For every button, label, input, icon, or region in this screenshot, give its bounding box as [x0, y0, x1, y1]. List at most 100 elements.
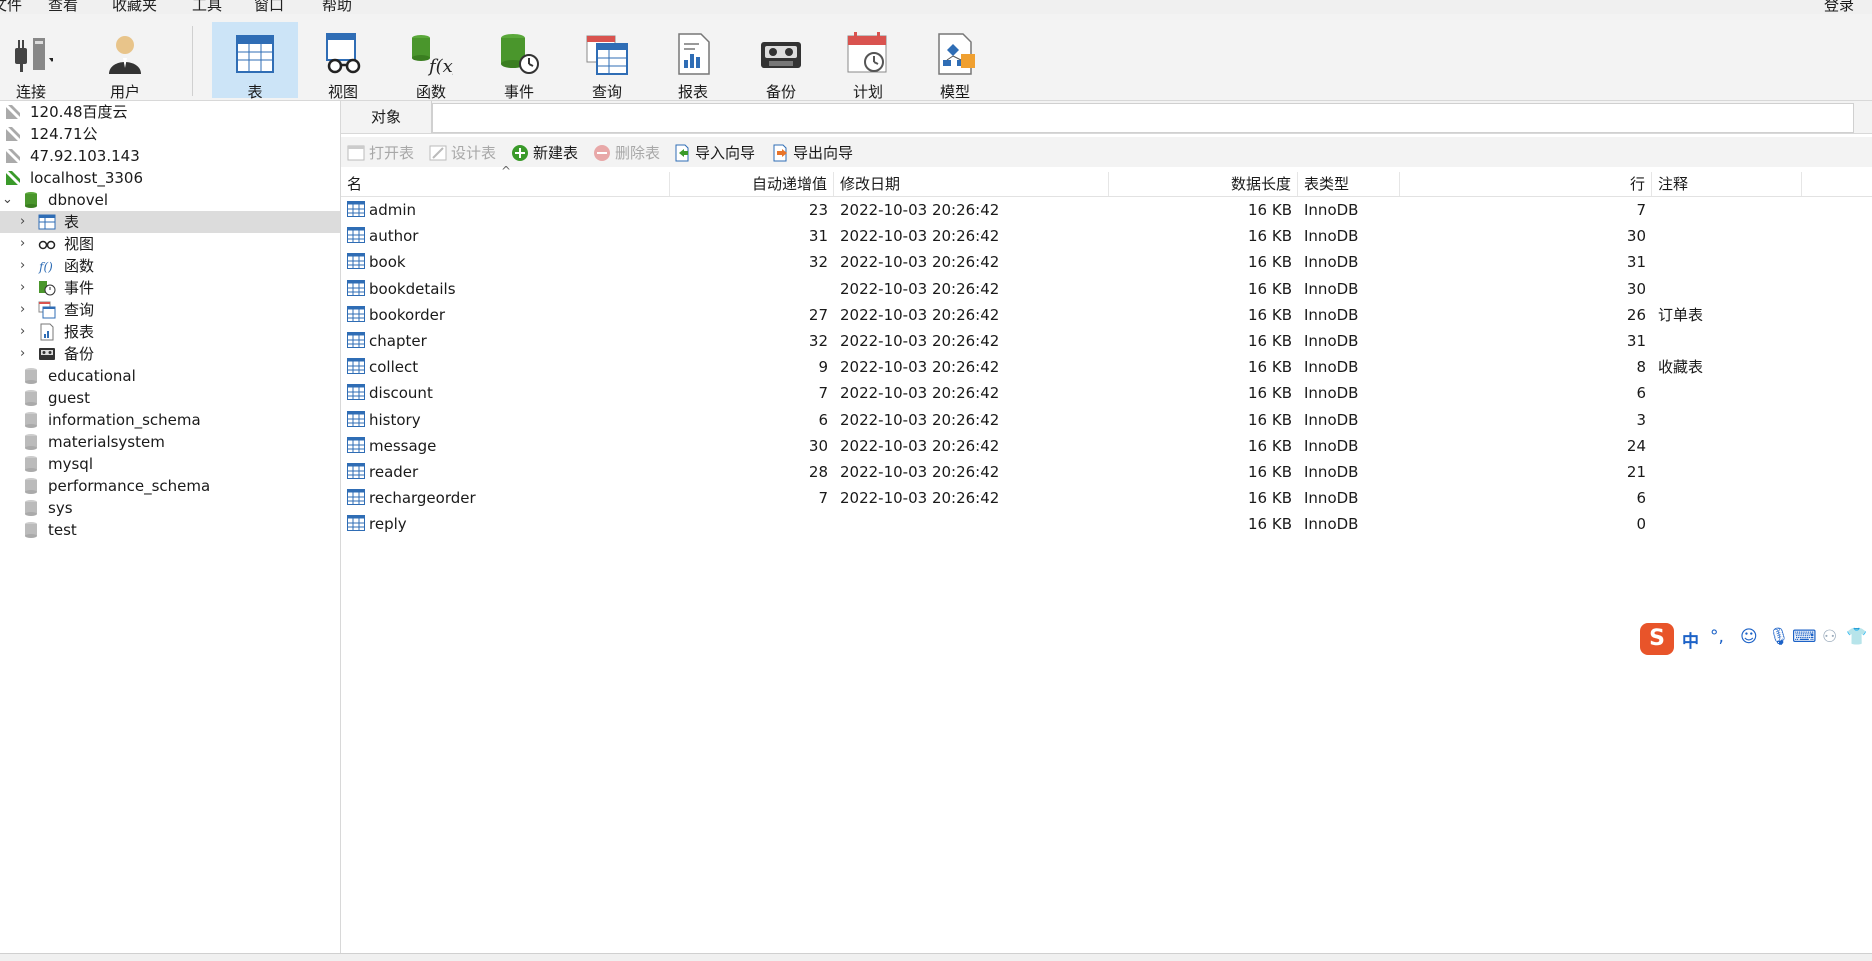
backup-button[interactable]: 备份 [738, 22, 824, 101]
cell-auto-inc: 7 [818, 489, 828, 508]
view-button[interactable]: 视图 [300, 22, 386, 101]
query-button[interactable]: 查询 [564, 22, 650, 101]
table-row[interactable]: author 31 2022-10-03 20:26:42 16 KB InnoDB 30 [341, 223, 1872, 249]
table-row[interactable]: collect 9 2022-10-03 20:26:42 16 KB InnoDB 8 收… [341, 354, 1872, 380]
col-data-length[interactable]: 数据长度 [1109, 172, 1298, 196]
chevron-right-icon[interactable]: › [20, 299, 30, 321]
col-modified-date[interactable]: 修改日期 [834, 172, 1109, 196]
connection-item[interactable]: 47.92.103.143 [0, 145, 340, 167]
tree-item-events[interactable]: › 事件 [0, 277, 340, 299]
menu-tools[interactable]: 工具 [192, 0, 222, 14]
table-row[interactable]: bookorder 27 2022-10-03 20:26:42 16 KB InnoD… [341, 302, 1872, 328]
connection-item-active[interactable]: localhost_3306 [0, 167, 340, 189]
svg-text:f(): f() [38, 260, 53, 274]
punctuation-icon[interactable]: °, [1710, 627, 1724, 647]
schedule-button[interactable]: 计划 [825, 22, 911, 101]
chevron-down-icon[interactable]: ⌄ [2, 189, 13, 211]
table-row[interactable]: reader 28 2022-10-03 20:26:42 16 KB InnoDB 21 [341, 459, 1872, 485]
cell-data-length: 16 KB [1248, 201, 1292, 219]
cell-rows: 30 [1626, 227, 1646, 246]
cell-auto-inc: 30 [808, 436, 828, 455]
emoji-icon[interactable]: ☺ [1740, 627, 1758, 647]
chevron-right-icon[interactable]: › [20, 211, 30, 233]
cell-comment [1652, 276, 1802, 302]
database-item[interactable]: test [0, 519, 340, 541]
col-comment[interactable]: 注释 [1652, 172, 1802, 196]
database-item[interactable]: educational [0, 365, 340, 387]
cell-auto-inc [670, 511, 834, 537]
cell-auto-inc: 9 [818, 358, 828, 377]
tree-item-functions[interactable]: › f() 函数 [0, 255, 340, 277]
menu-help[interactable]: 帮助 [322, 0, 352, 14]
ime-mode-toggle[interactable]: 中 [1682, 627, 1699, 652]
table-row[interactable]: discount 7 2022-10-03 20:26:42 16 KB InnoDB 6 [341, 380, 1872, 406]
tree-item-tables[interactable]: › 表 [0, 211, 340, 233]
voice-user-icon[interactable]: ⚇ [1822, 627, 1837, 647]
tree-item-queries[interactable]: › 查询 [0, 299, 340, 321]
table-row[interactable]: book 32 2022-10-03 20:26:42 16 KB InnoDB 31 [341, 249, 1872, 275]
skin-shirt-icon[interactable]: 👕 [1846, 627, 1867, 647]
col-auto-increment[interactable]: 自动递增值 [670, 172, 834, 196]
database-item[interactable]: materialsystem [0, 431, 340, 453]
model-button[interactable]: 模型 [912, 22, 998, 101]
login-link[interactable]: 登录 [1824, 0, 1854, 14]
cell-auto-inc: 7 [818, 384, 828, 403]
menu-view[interactable]: 查看 [48, 0, 78, 14]
chevron-right-icon[interactable]: › [20, 321, 30, 343]
table-row[interactable]: history 6 2022-10-03 20:26:42 16 KB InnoDB 3 [341, 407, 1872, 433]
chevron-right-icon[interactable]: › [20, 233, 30, 255]
connection-item[interactable]: 124.71公 [0, 123, 340, 145]
connection-icon [4, 103, 22, 121]
chevron-right-icon[interactable]: › [20, 343, 30, 365]
table-row[interactable]: reply 16 KB InnoDB 0 [341, 511, 1872, 537]
cell-comment [1652, 249, 1802, 275]
col-engine[interactable]: 表类型 [1298, 172, 1400, 196]
connect-button[interactable]: 连接 [0, 22, 74, 101]
database-item[interactable]: mysql [0, 453, 340, 475]
database-item[interactable]: performance_schema [0, 475, 340, 497]
table-button[interactable]: 表 [212, 22, 298, 101]
database-icon [25, 390, 37, 406]
tree-item-views[interactable]: › 视图 [0, 233, 340, 255]
cell-name: reader [341, 459, 670, 485]
cell-rows: 30 [1626, 279, 1646, 298]
table-row[interactable]: bookdetails 2022-10-03 20:26:42 16 KB InnoD… [341, 276, 1872, 302]
cell-auto-inc: 32 [808, 253, 828, 272]
database-item[interactable]: information_schema [0, 409, 340, 431]
tree-item-backups[interactable]: › 备份 [0, 343, 340, 365]
menu-favorites[interactable]: 收藏夹 [112, 0, 157, 14]
chevron-right-icon[interactable]: › [20, 277, 30, 299]
tab-objects[interactable]: 对象 [341, 101, 432, 133]
database-icon [25, 500, 37, 516]
menu-file[interactable]: 文件 [0, 0, 22, 14]
database-item[interactable]: sys [0, 497, 340, 519]
menu-window[interactable]: 窗口 [254, 0, 284, 14]
sogou-logo[interactable]: S [1640, 623, 1674, 655]
cell-modified: 2022-10-03 20:26:42 [840, 436, 1000, 455]
database-item[interactable]: guest [0, 387, 340, 409]
table-icon [347, 358, 365, 375]
chevron-right-icon[interactable]: › [20, 255, 30, 277]
cell-comment [1652, 511, 1802, 537]
database-icon [25, 368, 37, 384]
table-row[interactable]: admin 23 2022-10-03 20:26:42 16 KB InnoDB 7 [341, 197, 1872, 223]
tree-item-reports[interactable]: › 报表 [0, 321, 340, 343]
function-label: 函数 [415, 83, 446, 101]
database-item-dbnovel[interactable]: ⌄ dbnovel [0, 189, 340, 211]
report-button[interactable]: 报表 [650, 22, 736, 101]
export-icon [773, 144, 787, 162]
table-row[interactable]: chapter 32 2022-10-03 20:26:42 16 KB InnoDB 3… [341, 328, 1872, 354]
navigation-tree: 120.48百度云 124.71公 47.92.103.143 localhos… [0, 101, 341, 953]
col-rows[interactable]: 行 [1400, 172, 1652, 196]
table-header: 名 自动递增值 修改日期 数据长度 表类型 行 注释 ^ [341, 164, 1872, 197]
event-button[interactable]: 事件 [476, 22, 562, 101]
user-button[interactable]: 用户 [82, 22, 168, 101]
keyboard-icon[interactable]: ⌨ [1792, 627, 1817, 647]
microphone-icon[interactable]: 🎙 [1768, 627, 1790, 647]
table-row[interactable]: rechargeorder 7 2022-10-03 20:26:42 16 KB In… [341, 485, 1872, 511]
connection-item[interactable]: 120.48百度云 [0, 101, 340, 123]
import-icon [675, 144, 689, 162]
plug-icon [15, 38, 53, 72]
function-button[interactable]: f(x) 函数 [388, 22, 474, 101]
table-row[interactable]: message 30 2022-10-03 20:26:42 16 KB InnoDB 2… [341, 433, 1872, 459]
